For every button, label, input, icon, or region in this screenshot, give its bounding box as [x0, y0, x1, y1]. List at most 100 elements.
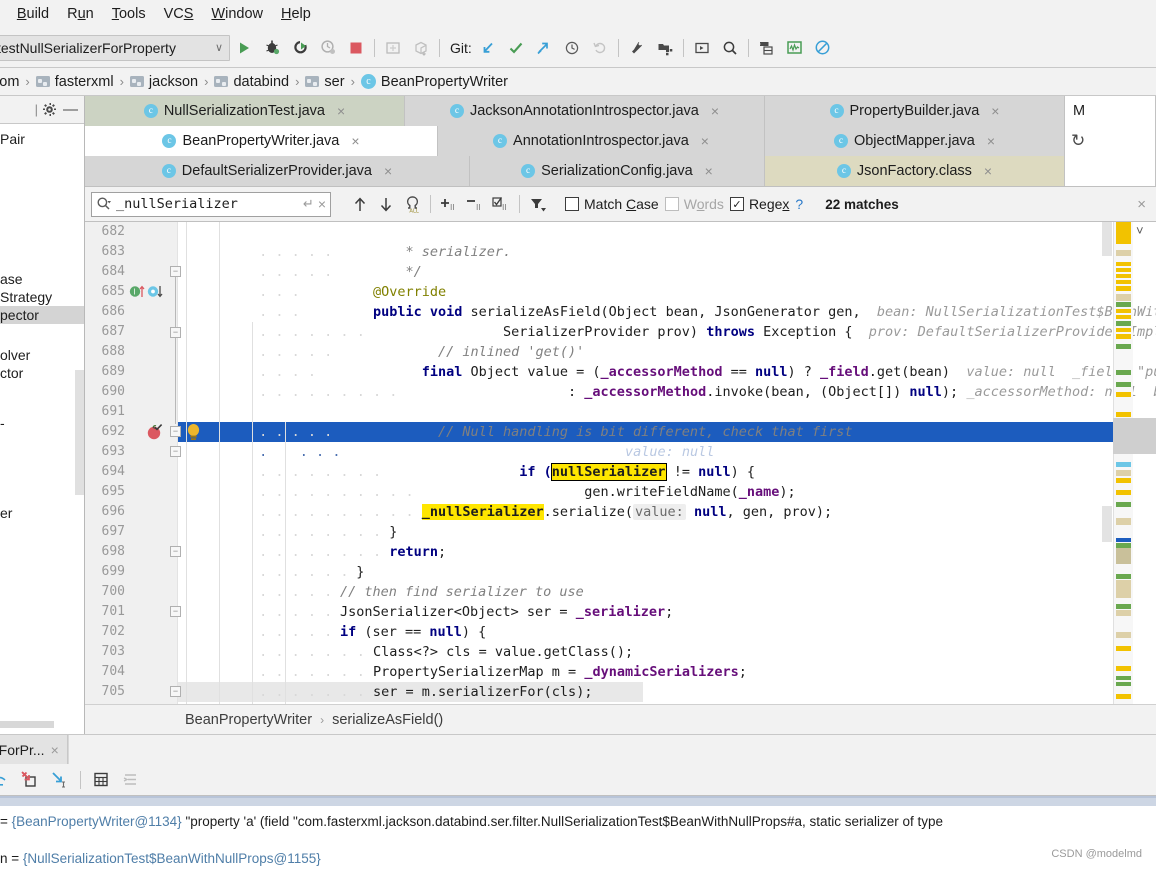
- evaluate-expression-button[interactable]: [87, 766, 115, 794]
- git-rollback-button[interactable]: [586, 34, 614, 62]
- close-icon[interactable]: ×: [991, 103, 999, 119]
- tab-jsonfactory-class[interactable]: c JsonFactory.class ×: [765, 156, 1065, 186]
- tab-objectmapper[interactable]: c ObjectMapper.java ×: [765, 126, 1065, 156]
- tree-item-dash[interactable]: -: [0, 414, 84, 432]
- error-stripe-mark[interactable]: [1116, 250, 1131, 256]
- editor-scrollbar-thumb-top[interactable]: [1102, 222, 1112, 256]
- minimize-icon[interactable]: —: [59, 101, 78, 118]
- close-icon[interactable]: ×: [701, 133, 709, 149]
- tab-annotationintrospector[interactable]: c AnnotationIntrospector.java ×: [438, 126, 765, 156]
- error-stripe-mark[interactable]: [1116, 490, 1131, 495]
- checkbox-box[interactable]: [565, 197, 579, 211]
- breakpoint-verified-icon[interactable]: [146, 424, 164, 441]
- settings-button[interactable]: [623, 34, 651, 62]
- error-stripe-mark[interactable]: [1116, 262, 1131, 266]
- error-stripe-mark[interactable]: [1116, 321, 1131, 326]
- clear-search-icon[interactable]: ×: [318, 196, 326, 212]
- tree-item-olver[interactable]: olver: [0, 346, 84, 364]
- git-commit-button[interactable]: [502, 34, 530, 62]
- close-icon[interactable]: ×: [351, 133, 359, 149]
- editor-error-stripe[interactable]: [1113, 222, 1133, 704]
- error-stripe-mark[interactable]: [1116, 280, 1131, 284]
- close-find-bar-icon[interactable]: ×: [1137, 196, 1150, 213]
- error-stripe-mark[interactable]: [1116, 548, 1131, 564]
- run-with-coverage-button[interactable]: [286, 34, 314, 62]
- breadcrumb-item-ser[interactable]: ser: [301, 74, 348, 90]
- regex-checkbox[interactable]: ✓ Regex: [729, 196, 789, 212]
- no-entry-button[interactable]: [809, 34, 837, 62]
- mute-breakpoints-button[interactable]: [117, 766, 145, 794]
- monitor-button[interactable]: [781, 34, 809, 62]
- database-button[interactable]: [753, 34, 781, 62]
- debug-variable-row[interactable]: n = {NullSerializationTest$BeanWithNullP…: [0, 851, 1156, 866]
- error-stripe-mark[interactable]: [1116, 222, 1131, 244]
- tab-overflow-m[interactable]: M: [1065, 96, 1156, 126]
- left-panel-horizontal-scrollbar[interactable]: [0, 721, 54, 728]
- error-stripe-mark[interactable]: [1116, 302, 1131, 307]
- run-configuration-selector[interactable]: testNullSerializerForProperty ∨: [0, 34, 230, 61]
- error-stripe-mark[interactable]: [1116, 676, 1131, 680]
- stop-button[interactable]: [342, 34, 370, 62]
- step-into-button[interactable]: [16, 766, 44, 794]
- bottom-tab-testnullserializerforproperty[interactable]: rForPr... ×: [0, 734, 68, 765]
- close-icon[interactable]: ×: [987, 133, 995, 149]
- run-button[interactable]: [230, 34, 258, 62]
- terminal-button[interactable]: [688, 34, 716, 62]
- tab-defaultserializerprovider[interactable]: c DefaultSerializerProvider.java ×: [85, 156, 470, 186]
- editor-scrollbar-thumb[interactable]: [1102, 506, 1112, 542]
- error-stripe-mark[interactable]: [1116, 470, 1131, 476]
- error-stripe-mark[interactable]: [1116, 382, 1131, 387]
- close-icon[interactable]: ×: [711, 103, 719, 119]
- find-next-button[interactable]: [373, 191, 399, 217]
- menu-item-tools[interactable]: Tools: [103, 4, 155, 24]
- tree-item-pector[interactable]: pector: [0, 306, 84, 324]
- code-text-area[interactable]: . . . . . * serializer. . . . . . */ . .…: [178, 222, 1156, 704]
- force-step-into-button[interactable]: [46, 766, 74, 794]
- error-stripe-mark[interactable]: [1116, 412, 1131, 417]
- scrollbar-thumb-overlay[interactable]: [1113, 418, 1156, 454]
- menu-item-run[interactable]: Run: [58, 4, 103, 24]
- tree-item-ctor[interactable]: ctor: [0, 364, 84, 382]
- footer-breadcrumb-class[interactable]: BeanPropertyWriter: [185, 712, 312, 728]
- close-icon[interactable]: ×: [51, 742, 59, 758]
- tree-item-ase[interactable]: ase: [0, 270, 84, 288]
- error-stripe-mark[interactable]: [1116, 694, 1131, 699]
- debug-variables-panel[interactable]: = {BeanPropertyWriter@1134} "property 'a…: [0, 796, 1156, 874]
- code-editor[interactable]: 682 683 684 685 686 687 688 689 690 691 …: [85, 222, 1156, 704]
- implemented-method-icon[interactable]: I: [129, 284, 146, 299]
- menu-item-vcs[interactable]: VCS: [155, 4, 203, 24]
- project-structure-button[interactable]: [651, 34, 679, 62]
- error-stripe-mark[interactable]: [1116, 294, 1131, 301]
- debug-variable-row[interactable]: = {BeanPropertyWriter@1134} "property 'a…: [0, 814, 1156, 829]
- step-over-button[interactable]: [0, 766, 14, 794]
- add-selection-button[interactable]: II: [436, 191, 462, 217]
- error-stripe-mark[interactable]: [1116, 610, 1131, 616]
- left-panel-vertical-scrollbar[interactable]: [75, 370, 84, 495]
- editor-gutter[interactable]: 682 683 684 685 686 687 688 689 690 691 …: [85, 222, 181, 704]
- error-stripe-mark[interactable]: [1116, 328, 1131, 332]
- remove-selection-button[interactable]: II: [462, 191, 488, 217]
- breadcrumb-item-com[interactable]: com: [0, 74, 23, 90]
- menu-item-build[interactable]: BBuilduild: [8, 4, 58, 24]
- error-stripe-mark[interactable]: [1116, 580, 1131, 598]
- deploy-button[interactable]: [407, 34, 435, 62]
- tree-item-er[interactable]: er: [0, 504, 84, 522]
- error-stripe-mark[interactable]: [1116, 344, 1131, 349]
- menu-item-window[interactable]: Window: [202, 4, 272, 24]
- error-stripe-mark[interactable]: [1116, 538, 1131, 542]
- overriding-method-icon[interactable]: [147, 284, 164, 299]
- error-stripe-mark[interactable]: [1116, 478, 1131, 483]
- select-all-button[interactable]: II: [488, 191, 514, 217]
- error-stripe-mark[interactable]: [1116, 646, 1131, 651]
- intention-bulb-icon[interactable]: [184, 422, 203, 442]
- breadcrumb-item-jackson[interactable]: jackson: [126, 74, 202, 90]
- filter-button[interactable]: [525, 191, 551, 217]
- debug-button[interactable]: [258, 34, 286, 62]
- left-panel-tree[interactable]: Pair ase Strategy pector olver ctor - er: [0, 124, 84, 734]
- close-icon[interactable]: ×: [705, 163, 713, 179]
- git-update-button[interactable]: [474, 34, 502, 62]
- tab-propertybuilder[interactable]: c PropertyBuilder.java ×: [765, 96, 1065, 126]
- menu-item-help[interactable]: Help: [272, 4, 320, 24]
- error-stripe-mark[interactable]: [1116, 632, 1131, 638]
- regex-help-icon[interactable]: ?: [795, 196, 803, 212]
